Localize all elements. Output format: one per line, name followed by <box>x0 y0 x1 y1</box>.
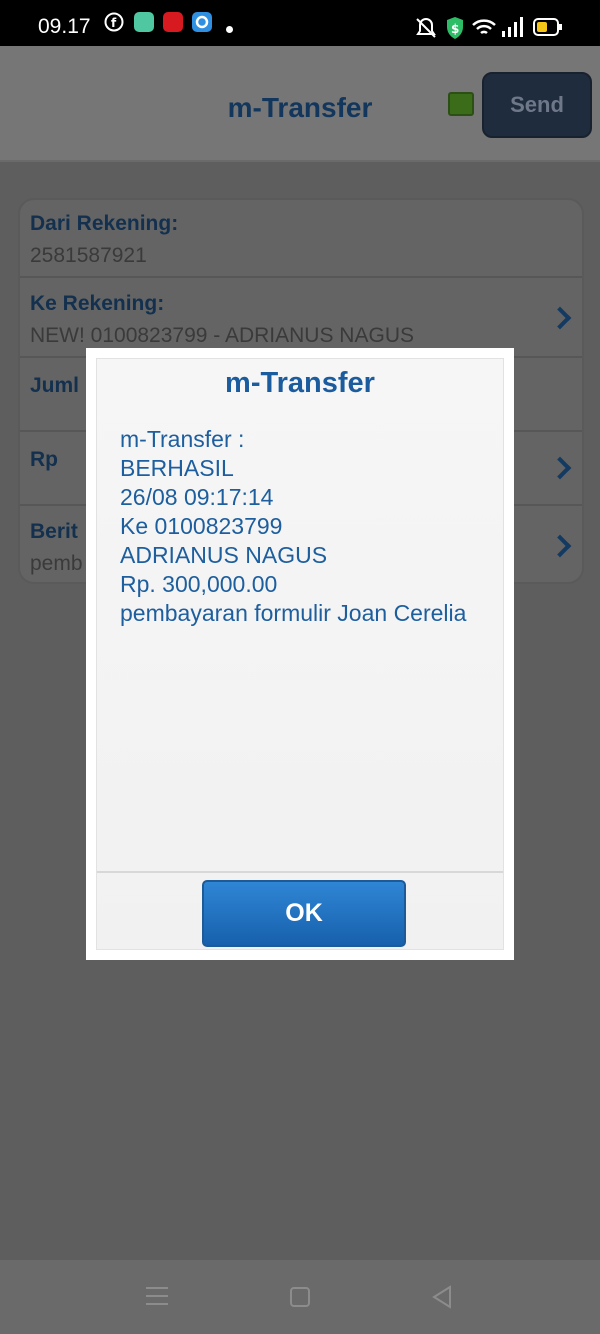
ok-button[interactable]: OK <box>202 880 406 947</box>
status-bar: 09.17 f $ <box>0 0 600 46</box>
send-button[interactable]: Send <box>482 72 592 138</box>
facebook-icon: f <box>104 12 124 32</box>
to-account-row[interactable]: Ke Rekening: NEW! 0100823799 - ADRIANUS … <box>20 278 582 358</box>
system-nav-bar <box>0 1260 600 1334</box>
rp-label: Rp <box>30 448 58 471</box>
to-account-value: NEW! 0100823799 - ADRIANUS NAGUS <box>30 324 414 347</box>
svg-text:$: $ <box>451 22 459 36</box>
svg-text:f: f <box>111 16 117 30</box>
from-account-label: Dari Rekening: <box>30 212 179 235</box>
to-account-label: Ke Rekening: <box>30 292 165 315</box>
signal-icon <box>502 17 523 37</box>
message-line: ADRIANUS NAGUS <box>120 542 328 568</box>
message-line: BERHASIL <box>120 455 234 481</box>
news-app-icon <box>163 12 183 32</box>
wifi-icon <box>472 19 496 35</box>
home-icon[interactable] <box>290 1287 310 1307</box>
news-value: pemb <box>30 552 83 575</box>
chevron-right-icon <box>548 534 572 558</box>
message-line: pembayaran formulir Joan Cerelia <box>120 600 467 626</box>
dialog-message: m-Transfer : BERHASIL 26/08 09:17:14 Ke … <box>120 425 466 628</box>
more-notifications-dot <box>226 26 233 33</box>
status-indicator <box>448 92 474 116</box>
news-label: Berit <box>30 520 78 543</box>
app-header: m-Transfer Send <box>0 46 600 162</box>
from-account-row[interactable]: Dari Rekening: 2581587921 <box>20 200 582 278</box>
chevron-right-icon <box>548 456 572 480</box>
amount-label: Juml <box>30 374 80 397</box>
from-account-value: 2581587921 <box>30 244 147 267</box>
vpn-shield-icon: $ <box>447 17 463 39</box>
dialog-body: m-Transfer m-Transfer : BERHASIL 26/08 0… <box>96 358 504 950</box>
divider <box>97 871 503 873</box>
status-time: 09.17 <box>38 15 91 38</box>
back-icon[interactable] <box>430 1285 454 1309</box>
message-line: Ke 0100823799 <box>120 513 283 539</box>
message-line: m-Transfer : <box>120 426 245 452</box>
result-dialog: m-Transfer m-Transfer : BERHASIL 26/08 0… <box>86 348 514 960</box>
chevron-right-icon <box>548 306 572 330</box>
recent-apps-icon[interactable] <box>146 1287 168 1311</box>
calculator-app-icon <box>134 12 154 32</box>
battery-icon <box>533 18 562 36</box>
mute-icon <box>416 18 436 38</box>
dialog-title: m-Transfer <box>225 367 375 399</box>
chat-app-icon <box>192 12 212 32</box>
message-line: Rp. 300,000.00 <box>120 571 278 597</box>
message-line: 26/08 09:17:14 <box>120 484 274 510</box>
